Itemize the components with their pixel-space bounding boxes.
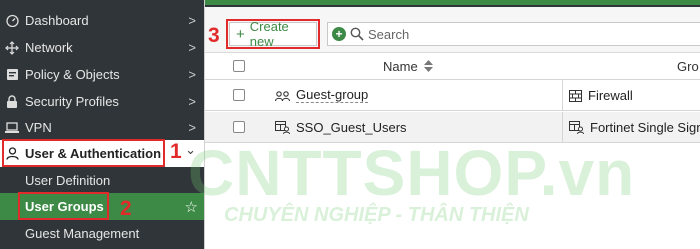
- column-header-label: Name: [383, 59, 418, 74]
- sidebar-subitem-label: Guest Management: [25, 226, 140, 241]
- table-row[interactable]: Guest-group Firewall: [205, 80, 700, 111]
- row-type-label: Fortinet Single Sign-O: [590, 120, 700, 135]
- sidebar-item-security-profiles[interactable]: Security Profiles >: [0, 88, 204, 115]
- search-icon: [350, 27, 364, 41]
- chevron-right-icon: >: [188, 94, 196, 109]
- row-name-cell: Guest-group: [275, 80, 369, 111]
- row-checkbox[interactable]: [233, 121, 245, 133]
- sort-icon: [424, 60, 434, 75]
- row-type-cell: Fortinet Single Sign-O: [569, 112, 700, 143]
- sidebar-item-dashboard[interactable]: Dashboard >: [0, 7, 204, 34]
- sidebar-item-label: Dashboard: [25, 13, 89, 28]
- annotation-number-3: 3: [208, 24, 220, 47]
- chevron-right-icon: >: [188, 40, 196, 55]
- column-header-name[interactable]: Name: [383, 59, 434, 75]
- sidebar-item-vpn[interactable]: VPN >: [0, 114, 204, 141]
- row-checkbox[interactable]: [233, 89, 245, 101]
- annotation-box-user-groups: [18, 192, 109, 220]
- sidebar-subitem-user-definition[interactable]: User Definition: [0, 167, 204, 194]
- sidebar-item-policy-objects[interactable]: Policy & Objects >: [0, 61, 204, 88]
- row-name-label[interactable]: SSO_Guest_Users: [296, 120, 407, 135]
- search-input[interactable]: [368, 26, 668, 42]
- sidebar-item-label: Security Profiles: [25, 94, 119, 109]
- table-row[interactable]: SSO_Guest_Users Fortinet Single Sign-O: [205, 112, 700, 143]
- sso-group-icon: [275, 121, 290, 134]
- sidebar-item-network[interactable]: Network >: [0, 34, 204, 61]
- annotation-box-create-new: [226, 19, 320, 49]
- row-type-label: Firewall: [588, 88, 633, 103]
- chevron-down-icon: ⌄: [185, 142, 196, 157]
- chevron-right-icon: >: [188, 67, 196, 82]
- annotation-number-2: 2: [120, 197, 132, 220]
- top-accent-bar: [205, 0, 700, 5]
- add-filter-icon[interactable]: +: [332, 27, 346, 41]
- row-type-cell: Firewall: [569, 80, 633, 111]
- column-divider: [562, 80, 563, 111]
- column-header-group-type[interactable]: Gro: [677, 59, 699, 74]
- sidebar-item-label: Network: [25, 40, 73, 55]
- sidebar-subitem-label: User Definition: [25, 173, 111, 188]
- chevron-right-icon: >: [188, 120, 196, 135]
- favorite-star-icon[interactable]: ☆: [185, 198, 198, 216]
- annotation-box-user-authentication: [2, 139, 165, 167]
- annotation-number-1: 1: [170, 140, 182, 163]
- chevron-right-icon: >: [188, 13, 196, 28]
- lock-icon: [5, 95, 19, 109]
- sidebar-item-label: VPN: [25, 120, 52, 135]
- laptop-icon: [5, 121, 19, 135]
- dashboard-icon: [5, 14, 19, 28]
- table-header: Name Gro: [205, 53, 700, 80]
- group-icon: [275, 90, 290, 102]
- fsso-icon: [569, 121, 584, 134]
- sidebar-item-label: Policy & Objects: [25, 67, 120, 82]
- row-name-label[interactable]: Guest-group: [296, 88, 369, 103]
- row-name-cell: SSO_Guest_Users: [275, 112, 407, 143]
- firewall-icon: [569, 89, 582, 102]
- column-divider: [562, 112, 563, 143]
- sidebar-subitem-guest-management[interactable]: Guest Management: [0, 220, 204, 247]
- select-all-checkbox[interactable]: [233, 60, 245, 72]
- network-icon: [5, 40, 19, 55]
- policy-icon: [5, 68, 19, 82]
- search-box[interactable]: +: [327, 22, 700, 46]
